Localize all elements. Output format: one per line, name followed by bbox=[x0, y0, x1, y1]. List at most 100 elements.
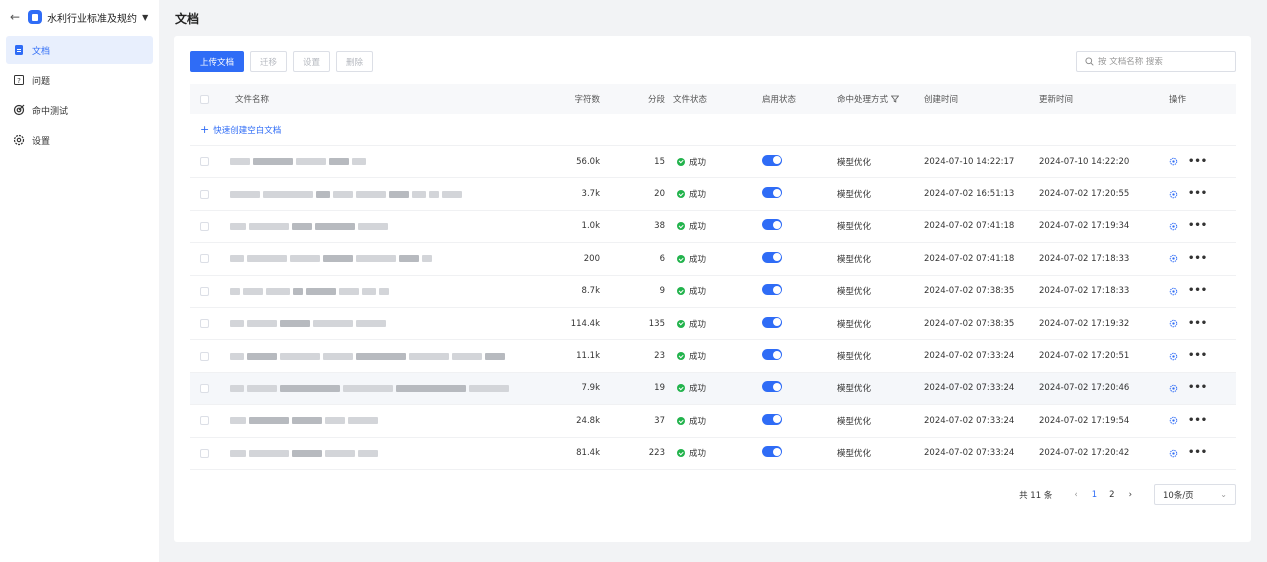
migrate-button[interactable]: 迁移 bbox=[250, 51, 288, 72]
caret-down-icon[interactable]: ▼ bbox=[142, 13, 148, 22]
sidebar-item-documents[interactable]: 文档 bbox=[6, 36, 153, 64]
enable-toggle[interactable] bbox=[762, 316, 782, 328]
page-1-button[interactable]: 1 bbox=[1092, 490, 1097, 500]
document-name-redacted[interactable] bbox=[230, 381, 555, 395]
filter-icon[interactable] bbox=[891, 95, 900, 103]
header-hit-mode-label: 命中处理方式 bbox=[837, 95, 889, 105]
knowledge-base-title: 水利行业标准及规约 bbox=[47, 13, 138, 25]
settings-op-icon[interactable] bbox=[1169, 449, 1178, 458]
document-name-redacted[interactable] bbox=[230, 317, 555, 331]
settings-op-icon[interactable] bbox=[1169, 222, 1178, 231]
back-arrow-icon[interactable]: ← bbox=[10, 10, 20, 24]
row-checkbox[interactable] bbox=[200, 319, 209, 329]
upload-document-button[interactable]: 上传文档 bbox=[190, 51, 245, 72]
prev-page-button[interactable]: ‹ bbox=[1074, 490, 1077, 500]
document-name-redacted[interactable] bbox=[230, 187, 555, 201]
sidebar-item-questions[interactable]: ? 问题 bbox=[6, 66, 153, 94]
table-row[interactable]: 7.9k 19 成功 模型优化 2024-07-02 07:33:24 2024… bbox=[190, 372, 1236, 406]
row-checkbox[interactable] bbox=[200, 383, 209, 393]
row-checkbox[interactable] bbox=[200, 189, 209, 199]
delete-button[interactable]: 删除 bbox=[336, 51, 374, 72]
more-actions-icon[interactable]: ••• bbox=[1188, 318, 1207, 328]
row-checkbox[interactable] bbox=[200, 221, 209, 231]
header-ops: 操作 bbox=[1169, 95, 1187, 105]
file-status: 成功 bbox=[665, 447, 757, 459]
header-hit-mode[interactable]: 命中处理方式 bbox=[837, 93, 924, 105]
document-name-redacted[interactable] bbox=[230, 252, 555, 266]
more-actions-icon[interactable]: ••• bbox=[1188, 189, 1207, 199]
more-actions-icon[interactable]: ••• bbox=[1188, 253, 1207, 263]
table-row[interactable]: 200 6 成功 模型优化 2024-07-02 07:41:18 2024-0… bbox=[190, 243, 1236, 276]
row-checkbox[interactable] bbox=[200, 351, 209, 361]
sidebar-item-label: 设置 bbox=[32, 136, 51, 147]
success-check-icon bbox=[677, 254, 685, 263]
select-all-checkbox[interactable] bbox=[200, 94, 209, 104]
header-file-status: 文件状态 bbox=[673, 95, 708, 105]
document-name-redacted[interactable] bbox=[230, 349, 555, 363]
document-name-redacted[interactable] bbox=[230, 414, 555, 428]
more-actions-icon[interactable]: ••• bbox=[1188, 415, 1207, 425]
more-actions-icon[interactable]: ••• bbox=[1188, 221, 1207, 231]
enable-toggle[interactable] bbox=[762, 219, 782, 231]
settings-button[interactable]: 设置 bbox=[293, 51, 331, 72]
enable-toggle[interactable] bbox=[762, 381, 782, 393]
more-actions-icon[interactable]: ••• bbox=[1188, 351, 1207, 361]
sidebar-item-hit-test[interactable]: 命中测试 bbox=[6, 96, 153, 124]
file-status: 成功 bbox=[665, 285, 757, 297]
table-row[interactable]: 1.0k 38 成功 模型优化 2024-07-02 07:41:18 2024… bbox=[190, 211, 1236, 244]
enable-toggle[interactable] bbox=[762, 154, 782, 166]
settings-op-icon[interactable] bbox=[1169, 384, 1178, 393]
table-row[interactable]: 11.1k 23 成功 模型优化 2024-07-02 07:33:24 202… bbox=[190, 340, 1236, 373]
more-actions-icon[interactable]: ••• bbox=[1188, 448, 1207, 458]
hit-mode: 模型优化 bbox=[837, 222, 872, 233]
table-row[interactable]: 24.8k 37 成功 模型优化 2024-07-02 07:33:24 202… bbox=[190, 405, 1236, 438]
chevron-down-icon: ⌄ bbox=[1220, 490, 1227, 499]
settings-op-icon[interactable] bbox=[1169, 352, 1178, 361]
sidebar-nav: 文档 ? 问题 命中测试 设置 bbox=[0, 36, 159, 154]
search-input[interactable] bbox=[1098, 56, 1228, 67]
search-box[interactable] bbox=[1076, 51, 1236, 72]
enable-toggle[interactable] bbox=[762, 251, 782, 263]
settings-op-icon[interactable] bbox=[1169, 287, 1178, 296]
row-checkbox[interactable] bbox=[200, 416, 209, 426]
updated-time: 2024-07-02 17:20:55 bbox=[1039, 189, 1130, 200]
table-row[interactable]: 114.4k 135 成功 模型优化 2024-07-02 07:38:35 2… bbox=[190, 308, 1236, 341]
created-time: 2024-07-02 07:41:18 bbox=[924, 221, 1015, 232]
char-count: 11.1k bbox=[576, 351, 600, 362]
document-name-redacted[interactable] bbox=[230, 446, 555, 460]
enable-toggle[interactable] bbox=[762, 446, 782, 458]
settings-op-icon[interactable] bbox=[1169, 190, 1178, 199]
enable-toggle[interactable] bbox=[762, 187, 782, 199]
row-checkbox[interactable] bbox=[200, 448, 209, 458]
table-row[interactable]: 3.7k 20 成功 模型优化 2024-07-02 16:51:13 2024… bbox=[190, 178, 1236, 211]
char-count: 81.4k bbox=[576, 448, 600, 459]
enable-toggle[interactable] bbox=[762, 413, 782, 425]
settings-op-icon[interactable] bbox=[1169, 319, 1178, 328]
file-status: 成功 bbox=[665, 415, 757, 427]
row-checkbox[interactable] bbox=[200, 254, 209, 264]
sidebar-item-settings[interactable]: 设置 bbox=[6, 126, 153, 154]
row-checkbox[interactable] bbox=[200, 286, 209, 296]
page-2-button[interactable]: 2 bbox=[1109, 490, 1114, 500]
settings-op-icon[interactable] bbox=[1169, 416, 1178, 425]
page-size-select[interactable]: 10条/页 ⌄ bbox=[1154, 484, 1236, 505]
enable-toggle[interactable] bbox=[762, 284, 782, 296]
knowledge-base-switcher[interactable]: ← 水利行业标准及规约 ▼ bbox=[0, 0, 159, 34]
table-row[interactable]: 8.7k 9 成功 模型优化 2024-07-02 07:38:35 2024-… bbox=[190, 276, 1236, 308]
settings-op-icon[interactable] bbox=[1169, 254, 1178, 263]
settings-op-icon[interactable] bbox=[1169, 157, 1178, 166]
document-name-redacted[interactable] bbox=[230, 155, 555, 169]
more-actions-icon[interactable]: ••• bbox=[1188, 156, 1207, 166]
document-name-redacted[interactable] bbox=[230, 219, 555, 233]
sidebar-item-label: 命中测试 bbox=[32, 106, 69, 117]
enable-toggle[interactable] bbox=[762, 349, 782, 361]
document-name-redacted[interactable] bbox=[230, 284, 555, 298]
file-status: 成功 bbox=[665, 382, 757, 394]
table-row[interactable]: 81.4k 223 成功 模型优化 2024-07-02 07:33:24 20… bbox=[190, 438, 1236, 470]
row-checkbox[interactable] bbox=[200, 157, 209, 167]
more-actions-icon[interactable]: ••• bbox=[1188, 286, 1207, 296]
more-actions-icon[interactable]: ••• bbox=[1188, 383, 1207, 393]
quick-create-blank-document[interactable]: + 快速创建空白文档 bbox=[190, 114, 1236, 146]
table-row[interactable]: 56.0k 15 成功 模型优化 2024-07-10 14:22:17 202… bbox=[190, 146, 1236, 179]
next-page-button[interactable]: › bbox=[1129, 490, 1132, 500]
